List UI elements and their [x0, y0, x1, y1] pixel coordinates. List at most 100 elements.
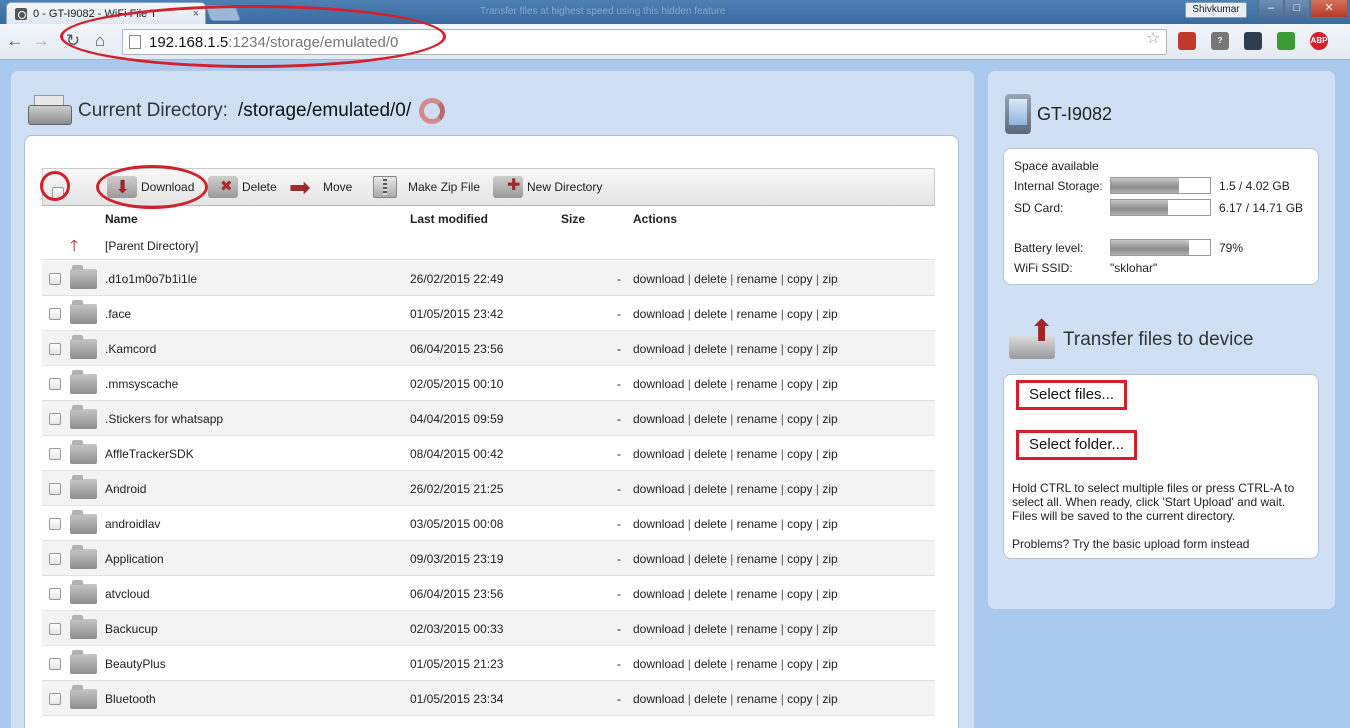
action-zip-link[interactable]: zip: [822, 307, 837, 321]
action-download-link[interactable]: download: [633, 412, 684, 426]
action-zip-link[interactable]: zip: [822, 447, 837, 461]
row-checkbox[interactable]: [49, 483, 61, 495]
action-zip-link[interactable]: zip: [822, 412, 837, 426]
help-extension-icon[interactable]: ?: [1211, 32, 1229, 50]
row-checkbox[interactable]: [49, 623, 61, 635]
action-delete-link[interactable]: delete: [694, 517, 727, 531]
action-zip-link[interactable]: zip: [822, 587, 837, 601]
file-name[interactable]: AffleTrackerSDK: [105, 447, 194, 461]
action-copy-link[interactable]: copy: [787, 552, 812, 566]
table-row[interactable]: Application 09/03/2015 23:19 - download | d…: [42, 541, 935, 576]
table-row[interactable]: atvcloud 06/04/2015 23:56 - download | dele…: [42, 576, 935, 611]
action-download-link[interactable]: download: [633, 272, 684, 286]
file-name[interactable]: .face: [105, 307, 131, 321]
file-name[interactable]: Android: [105, 482, 146, 496]
action-rename-link[interactable]: rename: [737, 622, 778, 636]
row-checkbox[interactable]: [49, 588, 61, 600]
action-delete-link[interactable]: delete: [694, 482, 727, 496]
action-download-link[interactable]: download: [633, 342, 684, 356]
table-row[interactable]: .Kamcord 06/04/2015 23:56 - download | dele…: [42, 331, 935, 366]
action-copy-link[interactable]: copy: [787, 307, 812, 321]
action-rename-link[interactable]: rename: [737, 552, 778, 566]
table-row[interactable]: BeautyPlus 01/05/2015 21:23 - download | de…: [42, 646, 935, 681]
action-rename-link[interactable]: rename: [737, 377, 778, 391]
action-copy-link[interactable]: copy: [787, 447, 812, 461]
maximize-button[interactable]: □: [1284, 0, 1310, 18]
action-zip-link[interactable]: zip: [822, 552, 837, 566]
action-zip-link[interactable]: zip: [822, 517, 837, 531]
row-checkbox[interactable]: [49, 308, 61, 320]
action-copy-link[interactable]: copy: [787, 587, 812, 601]
action-rename-link[interactable]: rename: [737, 482, 778, 496]
action-download-link[interactable]: download: [633, 692, 684, 706]
action-copy-link[interactable]: copy: [787, 482, 812, 496]
action-delete-link[interactable]: delete: [694, 622, 727, 636]
parent-directory-link[interactable]: [Parent Directory]: [105, 239, 198, 253]
action-download-link[interactable]: download: [633, 307, 684, 321]
action-copy-link[interactable]: copy: [787, 692, 812, 706]
action-download-link[interactable]: download: [633, 447, 684, 461]
select-folder-button[interactable]: Select folder...: [1016, 430, 1138, 460]
action-delete-link[interactable]: delete: [694, 552, 727, 566]
action-rename-link[interactable]: rename: [737, 342, 778, 356]
bookmark-star-icon[interactable]: ☆: [1146, 28, 1160, 48]
action-rename-link[interactable]: rename: [737, 517, 778, 531]
table-row[interactable]: AffleTrackerSDK 08/04/2015 00:42 - download…: [42, 436, 935, 471]
action-delete-link[interactable]: delete: [694, 692, 727, 706]
minimize-button[interactable]: –: [1258, 0, 1284, 18]
action-rename-link[interactable]: rename: [737, 692, 778, 706]
move-button[interactable]: Move: [289, 174, 352, 200]
table-row[interactable]: .Stickers for whatsapp 04/04/2015 09:59- d…: [42, 401, 935, 436]
action-copy-link[interactable]: copy: [787, 412, 812, 426]
row-checkbox[interactable]: [49, 343, 61, 355]
new-directory-button[interactable]: New Directory: [493, 175, 602, 199]
action-delete-link[interactable]: delete: [694, 377, 727, 391]
action-delete-link[interactable]: delete: [694, 587, 727, 601]
table-row[interactable]: .d1o1m0o7b1i1le 26/02/2015 22:49 - download…: [42, 261, 935, 296]
close-window-button[interactable]: ✕: [1310, 0, 1348, 18]
action-zip-link[interactable]: zip: [822, 482, 837, 496]
action-copy-link[interactable]: copy: [787, 377, 812, 391]
action-download-link[interactable]: download: [633, 587, 684, 601]
row-checkbox[interactable]: [49, 518, 61, 530]
action-delete-link[interactable]: delete: [694, 447, 727, 461]
action-delete-link[interactable]: delete: [694, 657, 727, 671]
file-name[interactable]: .Stickers for whatsapp: [105, 412, 223, 426]
action-zip-link[interactable]: zip: [822, 692, 837, 706]
table-row[interactable]: Backucup 02/03/2015 00:33 - download | dele…: [42, 611, 935, 646]
file-name[interactable]: Application: [105, 552, 164, 566]
profile-badge[interactable]: Shivkumar: [1185, 2, 1247, 18]
action-download-link[interactable]: download: [633, 622, 684, 636]
column-header-name[interactable]: Name: [105, 212, 138, 226]
row-checkbox[interactable]: [49, 553, 61, 565]
action-download-link[interactable]: download: [633, 517, 684, 531]
table-row[interactable]: Bluetooth 01/05/2015 23:34 - download | del…: [42, 681, 935, 716]
file-name[interactable]: androidlav: [105, 517, 160, 531]
column-header-modified[interactable]: Last modified: [410, 212, 488, 226]
action-delete-link[interactable]: delete: [694, 412, 727, 426]
file-name[interactable]: Backucup: [105, 622, 158, 636]
action-rename-link[interactable]: rename: [737, 307, 778, 321]
action-copy-link[interactable]: copy: [787, 342, 812, 356]
column-header-size[interactable]: Size: [561, 212, 585, 226]
chrome-dark-extension-icon[interactable]: [1244, 32, 1262, 50]
file-name[interactable]: .Kamcord: [105, 342, 156, 356]
parent-directory-row[interactable]: 🡑 [Parent Directory]: [42, 232, 935, 260]
action-delete-link[interactable]: delete: [694, 342, 727, 356]
action-copy-link[interactable]: copy: [787, 657, 812, 671]
row-checkbox[interactable]: [49, 658, 61, 670]
row-checkbox[interactable]: [49, 448, 61, 460]
row-checkbox[interactable]: [49, 378, 61, 390]
action-zip-link[interactable]: zip: [822, 622, 837, 636]
file-name[interactable]: .d1o1m0o7b1i1le: [105, 272, 197, 286]
action-download-link[interactable]: download: [633, 657, 684, 671]
action-copy-link[interactable]: copy: [787, 272, 812, 286]
basic-upload-link[interactable]: Problems? Try the basic upload form inst…: [1012, 537, 1249, 551]
action-rename-link[interactable]: rename: [737, 447, 778, 461]
action-rename-link[interactable]: rename: [737, 272, 778, 286]
refresh-icon[interactable]: [419, 98, 446, 124]
action-rename-link[interactable]: rename: [737, 657, 778, 671]
make-zip-button[interactable]: Make Zip File: [373, 175, 480, 199]
action-zip-link[interactable]: zip: [822, 377, 837, 391]
action-copy-link[interactable]: copy: [787, 622, 812, 636]
